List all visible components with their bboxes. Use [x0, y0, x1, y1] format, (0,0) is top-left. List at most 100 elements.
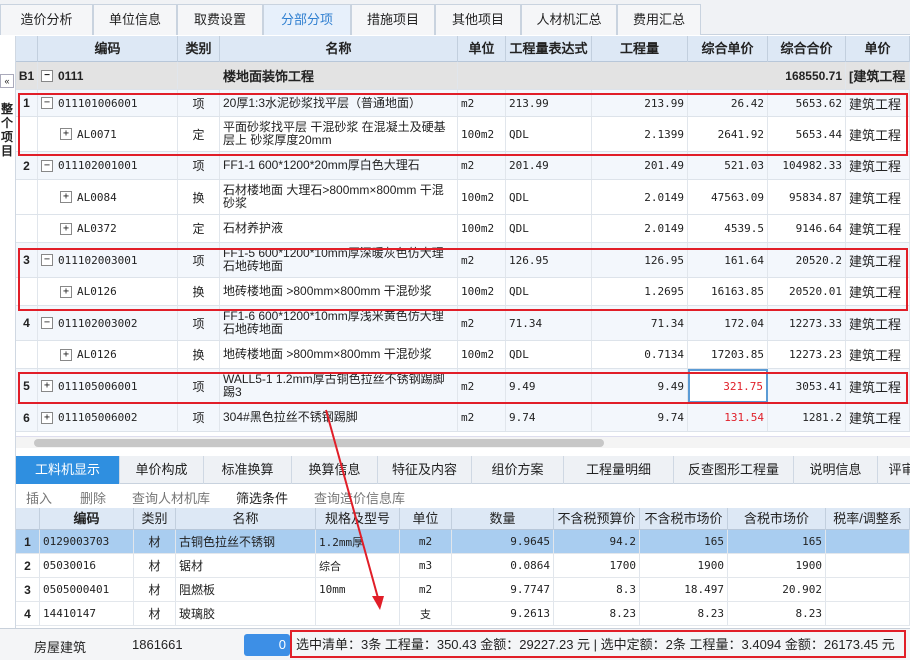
expand-icon[interactable]: + — [60, 191, 72, 203]
row-prof: 建筑工程 — [846, 215, 910, 242]
expand-icon[interactable]: + — [41, 380, 53, 392]
res-col-header-1[interactable]: 类别 — [134, 508, 176, 530]
res-unit: m3 — [400, 554, 452, 577]
row-code: +011105006002 — [38, 404, 178, 431]
table-row[interactable]: + AL0126 换地砖楼地面 >800mm×800mm 干混砂浆 100m2 QDL 0… — [16, 341, 910, 369]
tab-0[interactable]: 造价分析 — [0, 4, 93, 35]
col-header-2[interactable]: 名称 — [220, 36, 458, 62]
tab-3[interactable]: 分部分项 — [263, 4, 351, 35]
bottom-tab-8[interactable]: 说明信息 — [794, 456, 878, 484]
res-unit: m2 — [400, 530, 452, 553]
table-row[interactable]: 5 +011105006001 项 WALL5-1 1.2mm厚古铜色拉丝不锈钢踢脚踢… — [16, 369, 910, 404]
row-qty: 213.99 — [592, 90, 688, 116]
table-row[interactable]: + AL0084 换石材楼地面 大理石>800mm×800mm 干混砂浆 100m2 Q… — [16, 180, 910, 215]
table-row[interactable]: 6 +011105006002 项 304#黑色拉丝不锈钢踢脚 m2 9.74 9.74 13… — [16, 404, 910, 432]
col-header-7[interactable]: 综合合价 — [768, 36, 846, 62]
tab-4[interactable]: 措施项目 — [351, 4, 435, 35]
toolbar-item-0[interactable]: 插入 — [26, 488, 52, 507]
tab-6[interactable]: 人材机汇总 — [521, 4, 617, 35]
collapse-icon[interactable]: − — [41, 159, 53, 172]
res-col-header-6[interactable]: 不含税预算价 — [554, 508, 640, 530]
table-row[interactable]: 4−011102003002 项 FF1-6 600*1200*10mm厚浅米黄色仿… — [16, 306, 910, 341]
col-header-1[interactable]: 类别 — [178, 36, 220, 62]
row-price: 172.04 — [688, 306, 768, 340]
collapse-icon[interactable]: − — [41, 69, 53, 82]
bottom-tab-7[interactable]: 反查图形工程量 — [674, 456, 794, 484]
row-expr: 9.74 — [506, 404, 592, 431]
expand-icon[interactable]: + — [60, 128, 72, 140]
collapse-icon[interactable]: − — [41, 97, 53, 109]
selection-summary: 选中清单：3条 工程量：350.43 金额：29227.23 元 | 选中定额：… — [290, 630, 906, 658]
bottom-tab-6[interactable]: 工程量明细 — [564, 456, 674, 484]
collapse-toggle-icon[interactable]: « — [0, 74, 14, 88]
row-expr: 71.34 — [506, 306, 592, 340]
expand-icon[interactable]: + — [60, 348, 72, 361]
row-expr: 9.49 — [506, 369, 592, 403]
section-name: 楼地面装饰工程 — [220, 62, 458, 89]
resource-toolbar: 插入 删除 查询人材机库 筛选条件 查询造价信息库 — [16, 484, 910, 508]
items-grid: 编码 类别 名称 单位 工程量表达式 工程量 综合单价 综合合价 单价 B1−0111 楼地面装饰… — [16, 36, 910, 436]
expand-icon[interactable]: + — [60, 222, 72, 235]
horizontal-scrollbar[interactable] — [16, 436, 910, 448]
bottom-tab-3[interactable]: 换算信息 — [292, 456, 378, 484]
section-index: B1 — [16, 62, 38, 89]
resource-row[interactable]: 2 05030016 材锯材 综合 m3 0.0864 1700 1900 1900 — [16, 554, 910, 578]
resource-row[interactable]: 1 0129003703 材古铜色拉丝不锈钢 1.2mm厚 m2 9.9645 94.2 16… — [16, 530, 910, 554]
bottom-tab-4[interactable]: 特征及内容 — [378, 456, 472, 484]
expand-icon[interactable]: + — [41, 411, 53, 424]
toolbar-item-3[interactable]: 筛选条件 — [236, 488, 288, 507]
resource-row[interactable]: 3 0505000401 材阻燃板 10mm m2 9.7747 8.3 18.497 20.9… — [16, 578, 910, 602]
res-col-header-9[interactable]: 税率/调整系 — [826, 508, 910, 530]
scroll-thumb[interactable] — [34, 439, 604, 447]
table-row[interactable]: 2−011102001001 项 FF1-1 600*1200*20mm厚白色大理石… — [16, 152, 910, 180]
bottom-tab-1[interactable]: 单价构成 — [120, 456, 204, 484]
col-header-4[interactable]: 工程量表达式 — [506, 36, 592, 62]
bottom-tab-2[interactable]: 标准换算 — [204, 456, 292, 484]
row-code-text: AL0126 — [77, 285, 117, 298]
row-name: FF1-5 600*1200*10mm厚深暖灰色仿大理石地砖地面 — [220, 243, 458, 277]
collapse-icon[interactable]: − — [41, 254, 53, 266]
top-tab-bar: 造价分析 单位信息 取费设置 分部分项 措施项目 其他项目 人材机汇总 费用汇总 — [0, 0, 910, 35]
res-type: 材 — [134, 602, 176, 625]
row-total: 9146.64 — [768, 215, 846, 242]
res-col-header-7[interactable]: 不含税市场价 — [640, 508, 728, 530]
expand-icon[interactable]: + — [60, 285, 72, 298]
tab-7[interactable]: 费用汇总 — [617, 4, 701, 35]
table-row[interactable]: + AL0071 定平面砂浆找平层 干混砂浆 在混凝土及硬基层上 砂浆厚度20mm 1… — [16, 117, 910, 152]
row-name: 地砖楼地面 >800mm×800mm 干混砂浆 — [220, 278, 458, 305]
res-col-header-0[interactable]: 编码 — [40, 508, 134, 530]
row-prof: 建筑工程 — [846, 278, 910, 305]
row-code-text: 011102001001 — [58, 159, 138, 172]
col-header-5[interactable]: 工程量 — [592, 36, 688, 62]
res-col-header-4[interactable]: 单位 — [400, 508, 452, 530]
table-row[interactable]: 1−011101006001 项 20厚1:3水泥砂浆找平层（普通地面） m2 213.… — [16, 90, 910, 117]
resource-row[interactable]: 4 14410147 材玻璃胶支 9.2613 8.23 8.23 8.23 — [16, 602, 910, 626]
col-header-3[interactable]: 单位 — [458, 36, 506, 62]
toolbar-item-4[interactable]: 查询造价信息库 — [314, 488, 405, 507]
col-header-8[interactable]: 单价 — [846, 36, 910, 62]
row-type: 项 — [178, 90, 220, 116]
res-col-header-5[interactable]: 数量 — [452, 508, 554, 530]
row-qty: 1.2695 — [592, 278, 688, 305]
res-col-header-2[interactable]: 名称 — [176, 508, 316, 530]
tab-5[interactable]: 其他项目 — [435, 4, 521, 35]
bottom-tab-5[interactable]: 组价方案 — [472, 456, 564, 484]
res-p2: 18.497 — [640, 578, 728, 601]
table-row[interactable]: 3−011102003001 项 FF1-5 600*1200*10mm厚深暖灰色仿… — [16, 243, 910, 278]
bottom-tab-9[interactable]: 评审 — [878, 456, 910, 484]
tab-1[interactable]: 单位信息 — [93, 4, 177, 35]
res-col-header-3[interactable]: 规格及型号 — [316, 508, 400, 530]
toolbar-item-1[interactable]: 删除 — [80, 488, 106, 507]
col-header-0[interactable]: 编码 — [38, 36, 178, 62]
col-header-6[interactable]: 综合单价 — [688, 36, 768, 62]
table-row[interactable]: + AL0372 定石材养护液 100m2 QDL 2.0149 4539.5 9146.64… — [16, 215, 910, 243]
res-p3: 8.23 — [728, 602, 826, 625]
res-col-header-8[interactable]: 含税市场价 — [728, 508, 826, 530]
table-row[interactable]: + AL0126 换地砖楼地面 >800mm×800mm 干混砂浆 100m2 QDL 1… — [16, 278, 910, 306]
res-p3: 1900 — [728, 554, 826, 577]
collapse-icon[interactable]: − — [41, 317, 53, 329]
bottom-tab-0[interactable]: 工料机显示 — [16, 456, 120, 484]
section-row[interactable]: B1−0111 楼地面装饰工程 168550.71 [建筑工程 — [16, 62, 910, 90]
tab-2[interactable]: 取费设置 — [177, 4, 263, 35]
toolbar-item-2[interactable]: 查询人材机库 — [132, 488, 210, 507]
